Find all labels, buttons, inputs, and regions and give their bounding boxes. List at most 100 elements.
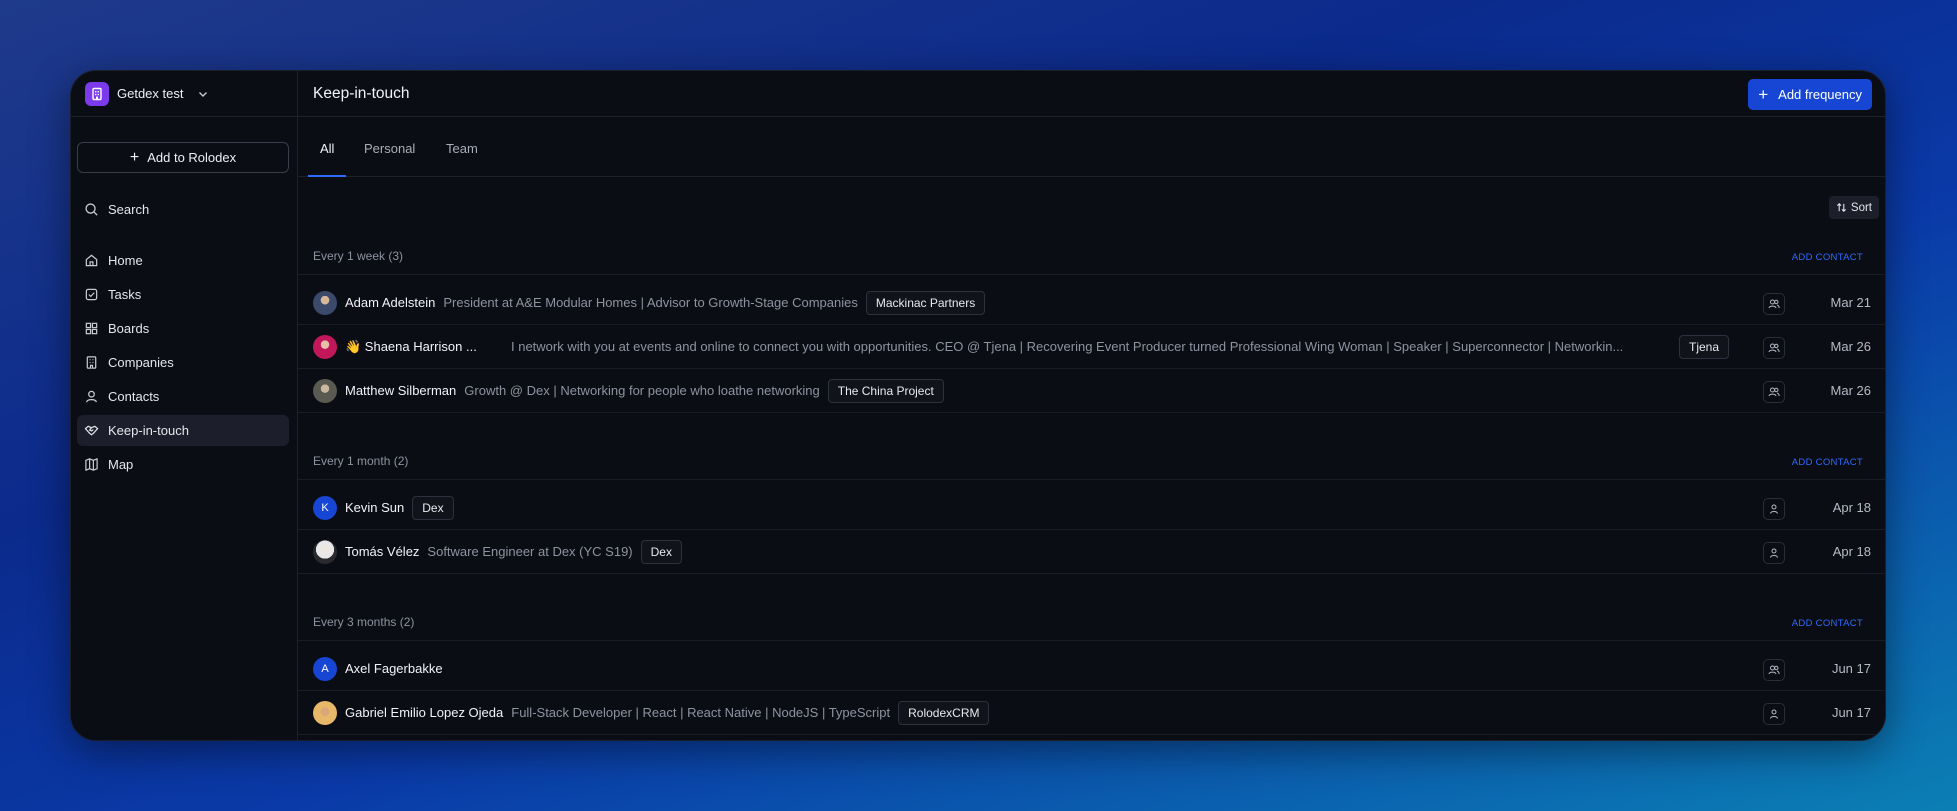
company-tag[interactable]: RolodexCRM [898,700,990,725]
page-title: Keep-in-touch [313,84,410,102]
sidebar-item-label: Boards [108,321,150,336]
company-tag[interactable]: The China Project [827,378,944,403]
building-icon [85,81,109,106]
workspace-name: Getdex test [117,86,184,101]
add-to-rolodex-button[interactable]: + Add to Rolodex [77,142,289,173]
contact-name: Axel Fagerbakke [345,661,443,676]
avatar [313,700,337,725]
boards-icon [85,322,98,335]
sidebar-item-tasks[interactable]: Tasks [77,279,289,310]
handshake-icon [84,425,99,436]
contact-description: President at A&E Modular Homes | Advisor… [443,295,858,310]
company-tag[interactable]: Dex [640,539,682,564]
avatar [313,334,337,359]
sort-icon [1836,203,1846,212]
add-contact-link[interactable]: ADD CONTACT [1792,457,1863,468]
contact-name: Gabriel Emilio Lopez Ojeda [345,705,504,720]
group-label: Every 3 months (2) [313,615,415,629]
contact-name: 👋 Shaena Harrison ... [345,338,477,354]
contact-row[interactable]: Gabriel Emilio Lopez Ojeda Full-Stack De… [298,691,1885,735]
main-panel: Keep-in-touch + Add frequency All Person… [298,71,1885,740]
app-window: Getdex test + Add to Rolodex Search Home… [70,70,1886,741]
contact-name: Matthew Silberman [345,383,457,398]
sidebar-item-label: Tasks [108,287,142,302]
team-icon[interactable] [1763,293,1785,315]
avatar: A [313,656,337,681]
contact-date: Apr 18 [1832,500,1871,515]
tab-bar: All Personal Team [298,117,1885,177]
sidebar-search-label: Search [108,202,150,217]
sidebar-item-companies[interactable]: Companies [77,347,289,378]
add-frequency-label: Add frequency [1778,87,1862,102]
company-tag[interactable]: Dex [412,495,454,520]
avatar [313,378,337,403]
search-icon [85,203,98,216]
group-header: Every 1 week (3) ADD CONTACT [298,239,1885,275]
add-frequency-button[interactable]: + Add frequency [1748,79,1872,110]
home-icon [85,254,98,267]
avatar: K [313,495,337,520]
contact-date: Mar 26 [1830,383,1871,398]
sidebar: Getdex test + Add to Rolodex Search Home… [71,71,298,740]
company-tag[interactable]: Tjena [1679,334,1730,359]
avatar [313,290,337,315]
tab-personal[interactable]: Personal [364,141,415,156]
contact-description: Full-Stack Developer | React | React Nat… [511,705,891,720]
contact-row[interactable]: Tomás Vélez Software Engineer at Dex (YC… [298,530,1885,574]
sidebar-item-contacts[interactable]: Contacts [77,381,289,412]
contact-row[interactable]: 👋 Shaena Harrison ... I network with you… [298,325,1885,369]
sidebar-item-label: Map [108,457,134,472]
contact-date: Mar 21 [1830,295,1871,310]
sidebar-item-keep-in-touch[interactable]: Keep-in-touch [77,415,289,446]
add-to-rolodex-label: Add to Rolodex [147,150,237,165]
contact-row[interactable]: Adam Adelstein President at A&E Modular … [298,281,1885,325]
sidebar-item-home[interactable]: Home [77,245,289,276]
group-label: Every 1 month (2) [313,454,409,468]
contact-name: Tomás Vélez [345,544,420,559]
contact-description: Growth @ Dex | Networking for people who… [464,383,820,398]
sidebar-item-label: Contacts [108,389,160,404]
company-tag[interactable]: Mackinac Partners [865,290,986,315]
sidebar-item-label: Home [108,253,143,268]
contact-date: Apr 18 [1832,544,1871,559]
sidebar-item-label: Companies [108,355,174,370]
group-header: Every 3 months (2) ADD CONTACT [298,605,1885,641]
person-icon[interactable] [1763,703,1785,725]
contact-row[interactable]: K Kevin Sun Dex Apr 18 [298,486,1885,530]
avatar [313,539,337,564]
tab-team[interactable]: Team [446,141,478,156]
active-tab-indicator [308,175,346,177]
team-icon[interactable] [1763,337,1785,359]
sort-button[interactable]: Sort [1828,196,1879,219]
team-icon[interactable] [1763,659,1785,681]
contact-date: Mar 26 [1830,339,1871,354]
add-contact-link[interactable]: ADD CONTACT [1792,618,1863,629]
sidebar-search[interactable]: Search [77,194,289,225]
sidebar-item-map[interactable]: Map [77,449,289,480]
contact-description: I network with you at events and online … [511,339,1624,354]
sort-label: Sort [1850,201,1872,214]
sidebar-item-boards[interactable]: Boards [77,313,289,344]
contact-row[interactable]: A Axel Fagerbakke Jun 17 [298,647,1885,691]
plus-icon: + [1758,85,1769,104]
contact-date: Jun 17 [1831,661,1871,676]
workspace-switcher[interactable]: Getdex test [71,71,297,117]
contact-description: Software Engineer at Dex (YC S19) [427,544,633,559]
contact-name: Adam Adelstein [345,295,436,310]
tasks-icon [85,288,98,301]
team-icon[interactable] [1763,381,1785,403]
person-icon[interactable] [1763,498,1785,520]
page-header: Keep-in-touch [298,71,1885,117]
plus-icon: + [129,148,140,166]
tab-all[interactable]: All [320,141,334,156]
contact-date: Jun 17 [1831,705,1871,720]
contact-name: Kevin Sun [345,500,405,515]
contacts-icon [86,390,97,403]
sidebar-item-label: Keep-in-touch [108,423,189,438]
person-icon[interactable] [1763,542,1785,564]
chevron-down-icon [197,88,209,100]
add-contact-link[interactable]: ADD CONTACT [1792,252,1863,263]
group-header: Every 1 month (2) ADD CONTACT [298,444,1885,480]
map-icon [85,458,98,471]
contact-row[interactable]: Matthew Silberman Growth @ Dex | Network… [298,369,1885,413]
